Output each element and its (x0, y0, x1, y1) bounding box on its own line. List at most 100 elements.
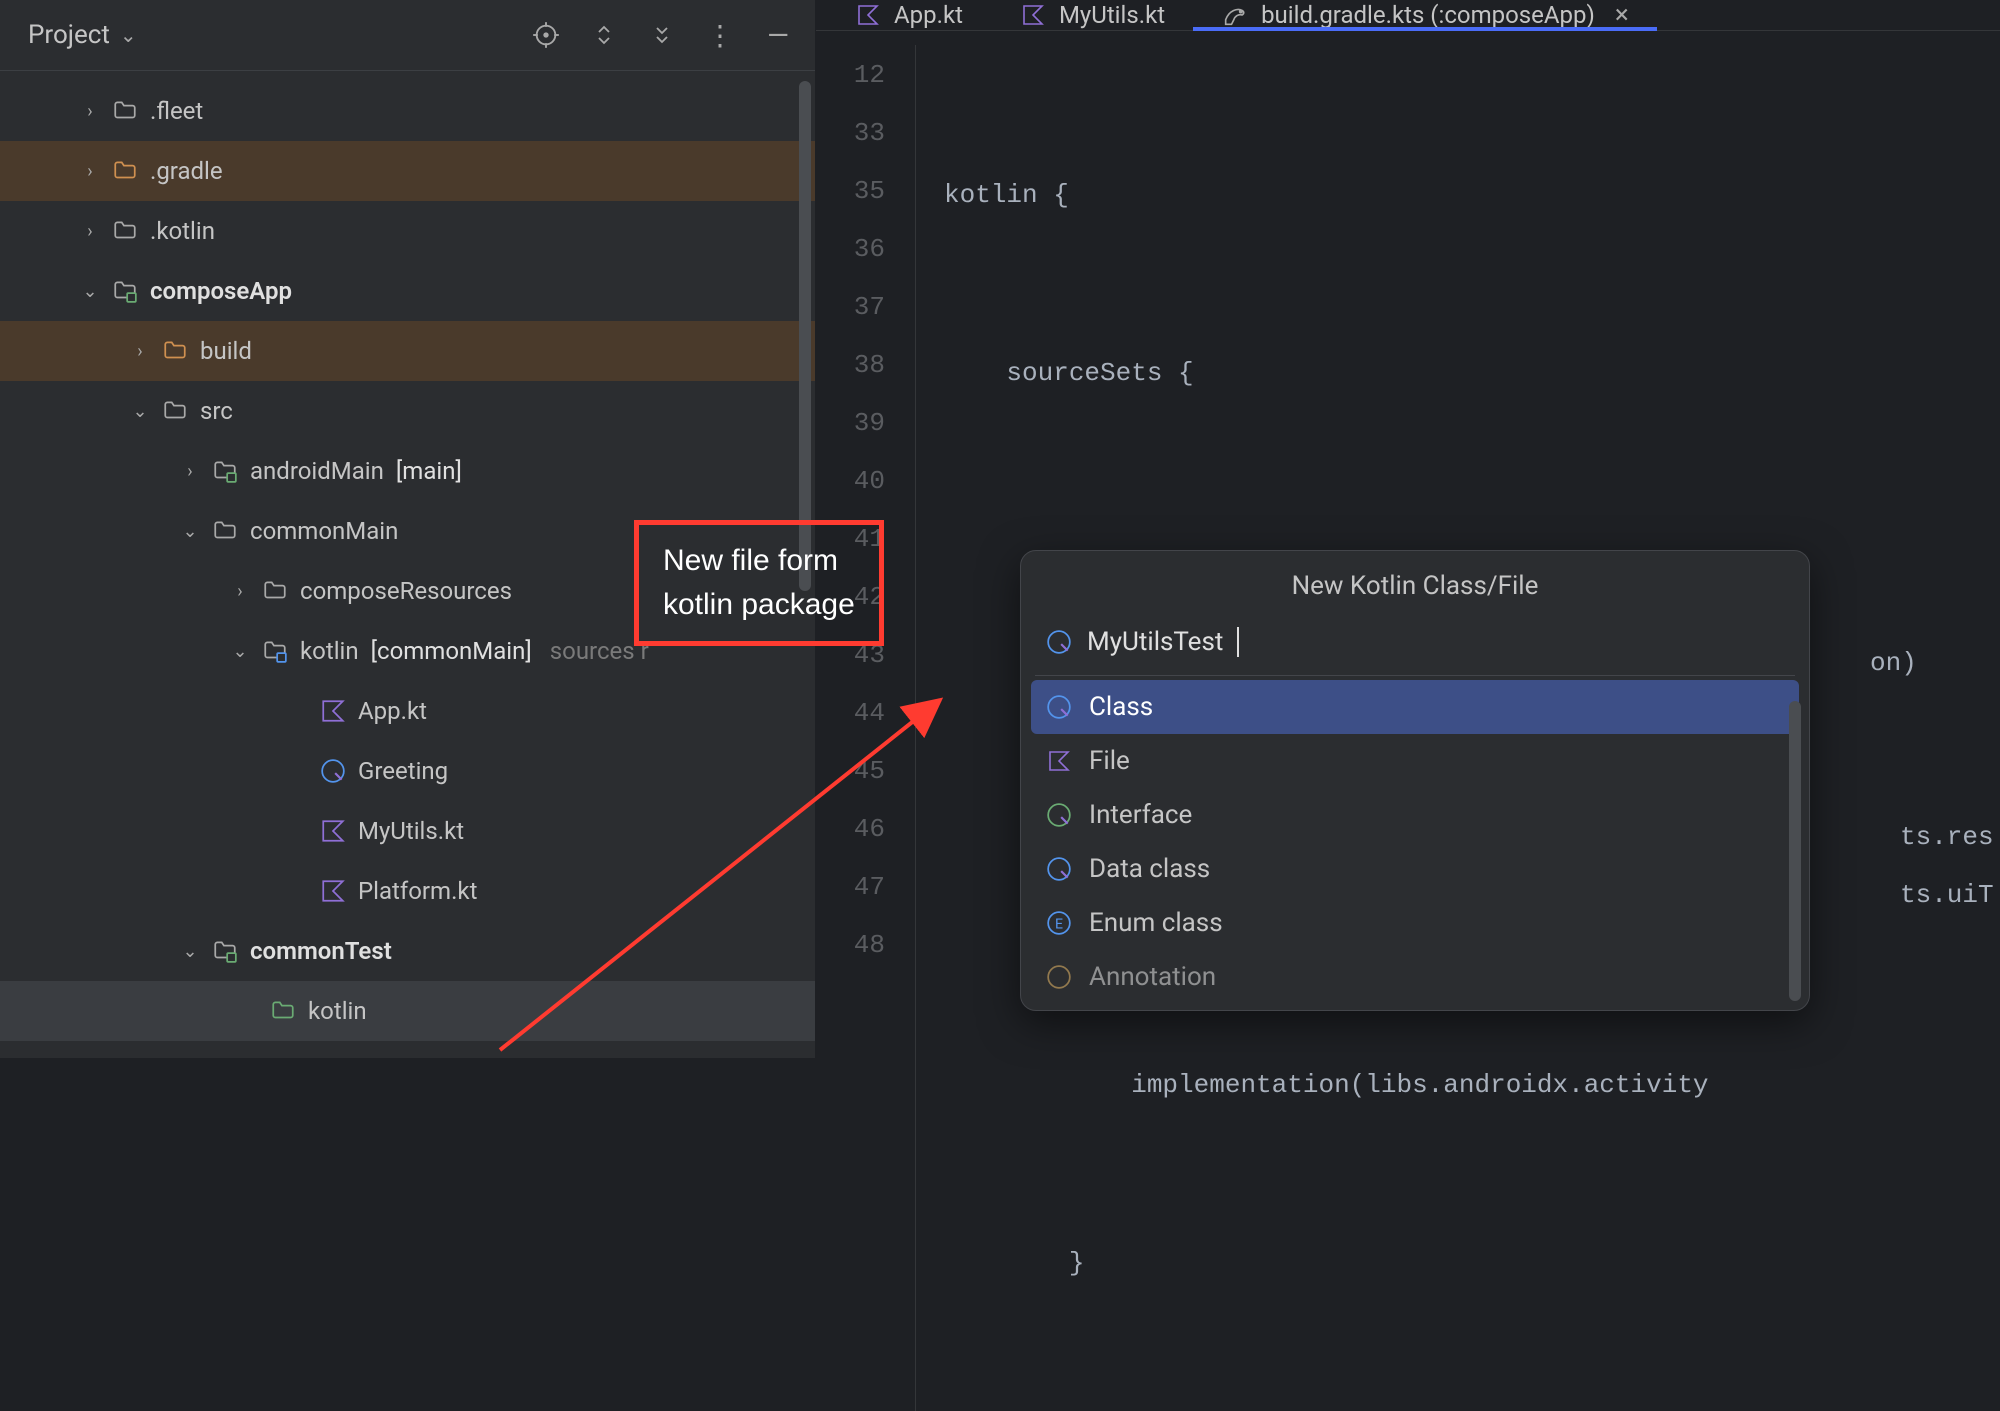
popup-name-input[interactable]: MyUtilsTest (1021, 617, 1809, 675)
tree-label: .kotlin (150, 217, 215, 245)
line-number: 37 (816, 277, 885, 335)
line-number: 44 (816, 683, 885, 741)
code-fragment: ts.res (1900, 822, 1994, 852)
code-fragment: ts.uiT (1900, 880, 1994, 910)
tree-item-fleet[interactable]: › .fleet (0, 81, 815, 141)
tree-item-myutils[interactable]: MyUtils.kt (0, 801, 815, 861)
tab-label: App.kt (894, 1, 963, 29)
tree-label: MyUtils.kt (358, 817, 464, 845)
tree-label: App.kt (358, 697, 427, 725)
tree-item-src[interactable]: ⌄ src (0, 381, 815, 441)
chevron-down-icon: ⌄ (120, 23, 137, 47)
tree-label: commonMain (250, 517, 398, 545)
tree-label: androidMain (250, 457, 384, 485)
folder-excluded-icon (112, 158, 138, 184)
folder-icon (162, 398, 188, 424)
tree-tag: [commonMain] (371, 637, 532, 665)
popup-option-label: Interface (1089, 800, 1192, 830)
folder-icon (262, 578, 288, 604)
popup-option-dataclass[interactable]: Data class (1031, 842, 1799, 896)
tree-label: Greeting (358, 757, 448, 785)
code-line: kotlin { (944, 165, 1709, 223)
tree-label: src (200, 397, 233, 425)
line-number: 33 (816, 103, 885, 161)
project-panel-title[interactable]: Project ⌄ (28, 20, 137, 50)
folder-icon (112, 98, 138, 124)
popup-option-file[interactable]: File (1031, 734, 1799, 788)
test-root-icon (270, 998, 296, 1024)
kotlin-class-icon (1045, 693, 1073, 721)
tree-label: composeResources (300, 577, 512, 605)
popup-input-value: MyUtilsTest (1087, 627, 1223, 657)
code-line: } (944, 1233, 1709, 1291)
tree-label: kotlin (308, 997, 367, 1025)
line-number: 45 (816, 741, 885, 799)
tab-build-gradle[interactable]: build.gradle.kts (:composeApp) × (1193, 0, 1657, 30)
module-icon (212, 938, 238, 964)
module-icon (212, 458, 238, 484)
popup-option-interface[interactable]: Interface (1031, 788, 1799, 842)
chevron-down-icon: ⌄ (80, 281, 100, 302)
code-line: implementation(libs.androidx.activity (944, 1055, 1709, 1113)
tree-label: build (200, 337, 252, 365)
chevron-right-icon: › (80, 161, 100, 182)
chevron-right-icon: › (180, 461, 200, 482)
tree-item-build[interactable]: › build (0, 321, 815, 381)
tree-item-greeting[interactable]: Greeting (0, 741, 815, 801)
chevron-down-icon: ⌄ (130, 401, 150, 422)
tab-label: MyUtils.kt (1059, 1, 1165, 29)
chevron-right-icon: › (230, 581, 250, 602)
minimize-icon[interactable]: — (761, 18, 795, 52)
chevron-down-icon: ⌄ (180, 941, 200, 962)
line-number: 12 (816, 45, 885, 103)
gradle-icon (1221, 1, 1249, 29)
line-gutter: 12 33 35 36 37 38 39 40 41 42 43 44 45 4… (816, 45, 916, 1411)
popup-option-enum[interactable]: E Enum class (1031, 896, 1799, 950)
tab-app-kt[interactable]: App.kt (826, 0, 991, 30)
target-icon[interactable] (529, 18, 563, 52)
chevron-right-icon: › (130, 341, 150, 362)
popup-scrollbar[interactable] (1789, 701, 1801, 1001)
tree-item-composeapp[interactable]: ⌄ composeApp (0, 261, 815, 321)
tree-label: Platform.kt (358, 877, 477, 905)
popup-option-class[interactable]: Class (1031, 680, 1799, 734)
close-icon[interactable]: × (1615, 0, 1629, 30)
tab-myutils-kt[interactable]: MyUtils.kt (991, 0, 1193, 30)
kotlin-file-icon (854, 1, 882, 29)
tree-item-gradle[interactable]: › .gradle (0, 141, 815, 201)
popup-option-annotation[interactable]: Annotation (1031, 950, 1799, 1004)
kotlin-file-icon (1045, 747, 1073, 775)
kotlin-file-icon (320, 878, 346, 904)
kebab-menu-icon[interactable]: ⋮ (703, 18, 737, 52)
tree-item-platform[interactable]: Platform.kt (0, 861, 815, 921)
code-line: sourceSets { (944, 343, 1709, 401)
line-number: 48 (816, 915, 885, 973)
tree-item-kotlin[interactable]: › .kotlin (0, 201, 815, 261)
popup-option-label: File (1089, 746, 1130, 776)
kotlin-file-icon (320, 698, 346, 724)
kotlin-file-icon (1019, 1, 1047, 29)
expand-collapse-icon[interactable] (587, 18, 621, 52)
kotlin-class-icon (1045, 855, 1073, 883)
annotation-callout: New file form kotlin package (634, 520, 884, 646)
line-number: 36 (816, 219, 885, 277)
tree-item-app-kt[interactable]: App.kt (0, 681, 815, 741)
new-kotlin-class-popup: New Kotlin Class/File MyUtilsTest Class … (1020, 550, 1810, 1011)
callout-line: New file form (663, 539, 855, 583)
tree-item-test-kotlin[interactable]: kotlin (0, 981, 815, 1041)
code-fragment: on) (1870, 648, 1917, 678)
tree-label: kotlin (300, 637, 359, 665)
kotlin-enum-icon: E (1045, 909, 1073, 937)
source-root-icon (262, 638, 288, 664)
kotlin-class-icon (1045, 628, 1073, 656)
kotlin-interface-icon (1045, 801, 1073, 829)
tree-item-androidmain[interactable]: › androidMain [main] (0, 441, 815, 501)
project-panel-header: Project ⌄ ⋮ — (0, 0, 815, 71)
tree-item-commontest[interactable]: ⌄ commonTest (0, 921, 815, 981)
text-caret (1237, 627, 1239, 657)
line-number: 40 (816, 451, 885, 509)
tree-label: commonTest (250, 937, 392, 965)
folder-excluded-icon (162, 338, 188, 364)
collapse-all-icon[interactable] (645, 18, 679, 52)
tree-scrollbar[interactable] (799, 81, 811, 591)
